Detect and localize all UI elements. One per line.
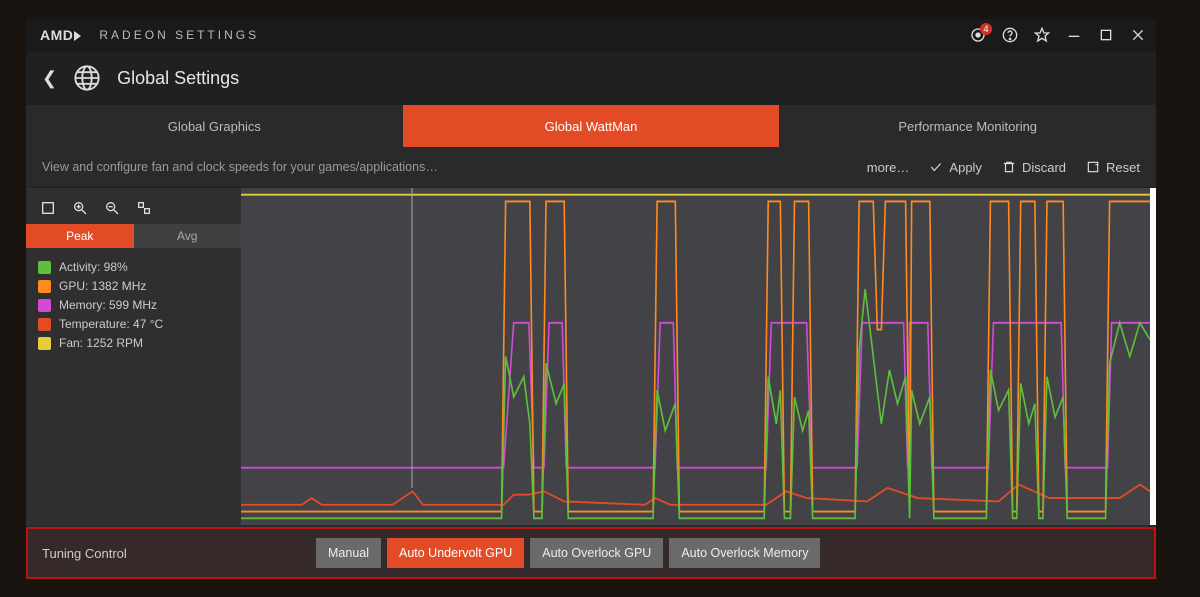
fit-icon[interactable] <box>36 198 60 218</box>
series-memory <box>241 323 1150 468</box>
app-title: RADEON SETTINGS <box>99 28 259 42</box>
legend-panel: Peak Avg Activity: 98% GPU: 1382 MHz Mem… <box>26 188 241 525</box>
legend-fan: Fan: 1252 RPM <box>38 336 229 350</box>
peak-button[interactable]: Peak <box>26 224 134 248</box>
graph-canvas[interactable] <box>241 188 1156 525</box>
check-icon <box>929 160 943 174</box>
tuning-manual-button[interactable]: Manual <box>316 538 381 568</box>
tuning-undervolt-button[interactable]: Auto Undervolt GPU <box>387 538 524 568</box>
reset-icon <box>1086 160 1100 174</box>
more-link[interactable]: more… <box>867 160 910 175</box>
apply-button[interactable]: Apply <box>929 160 982 175</box>
description-text: View and configure fan and clock speeds … <box>42 160 438 174</box>
tabs: Global Graphics Global WattMan Performan… <box>26 105 1156 147</box>
maximize-button[interactable] <box>1098 27 1114 43</box>
zoom-out-icon[interactable] <box>100 198 124 218</box>
app-window: AMD RADEON SETTINGS 4 <box>26 19 1156 579</box>
tab-performance-monitoring[interactable]: Performance Monitoring <box>779 105 1156 147</box>
star-icon[interactable] <box>1034 27 1050 43</box>
content: Peak Avg Activity: 98% GPU: 1382 MHz Mem… <box>26 187 1156 579</box>
titlebar: AMD RADEON SETTINGS 4 <box>26 19 1156 51</box>
legend-gpu: GPU: 1382 MHz <box>38 279 229 293</box>
tuning-overclock-gpu-button[interactable]: Auto Overlock GPU <box>530 538 663 568</box>
trash-icon <box>1002 160 1016 174</box>
legend-activity: Activity: 98% <box>38 260 229 274</box>
peak-avg-toggle: Peak Avg <box>26 224 241 248</box>
swatch-fan <box>38 337 51 350</box>
series-temperature <box>241 485 1150 505</box>
notification-badge: 4 <box>980 23 992 35</box>
description-row: View and configure fan and clock speeds … <box>26 147 1156 187</box>
notifications-icon[interactable]: 4 <box>970 27 986 43</box>
discard-button[interactable]: Discard <box>1002 160 1066 175</box>
back-button[interactable]: ❮ <box>42 68 57 89</box>
brand-logo: AMD <box>40 27 81 43</box>
globe-icon <box>73 64 101 92</box>
page-header: ❮ Global Settings <box>26 51 1156 105</box>
swatch-memory <box>38 299 51 312</box>
swatch-gpu <box>38 280 51 293</box>
reset-button[interactable]: Reset <box>1086 160 1140 175</box>
tuning-label: Tuning Control <box>40 546 300 561</box>
tuning-overclock-memory-button[interactable]: Auto Overlock Memory <box>669 538 820 568</box>
legend-temperature: Temperature: 47 °C <box>38 317 229 331</box>
swatch-activity <box>38 261 51 274</box>
close-button[interactable] <box>1130 27 1146 43</box>
series-gpu <box>241 201 1150 511</box>
time-cursor <box>411 188 413 525</box>
swatch-temperature <box>38 318 51 331</box>
minimize-button[interactable] <box>1066 27 1082 43</box>
chart-area: Peak Avg Activity: 98% GPU: 1382 MHz Mem… <box>26 187 1156 525</box>
tab-global-wattman[interactable]: Global WattMan <box>403 105 780 147</box>
page-title: Global Settings <box>117 68 239 89</box>
tab-global-graphics[interactable]: Global Graphics <box>26 105 403 147</box>
tuning-control-row: Tuning Control Manual Auto Undervolt GPU… <box>26 527 1156 579</box>
legend-memory: Memory: 599 MHz <box>38 298 229 312</box>
zoom-in-icon[interactable] <box>68 198 92 218</box>
avg-button[interactable]: Avg <box>134 224 242 248</box>
help-icon[interactable] <box>1002 27 1018 43</box>
reset-zoom-icon[interactable] <box>132 198 156 218</box>
